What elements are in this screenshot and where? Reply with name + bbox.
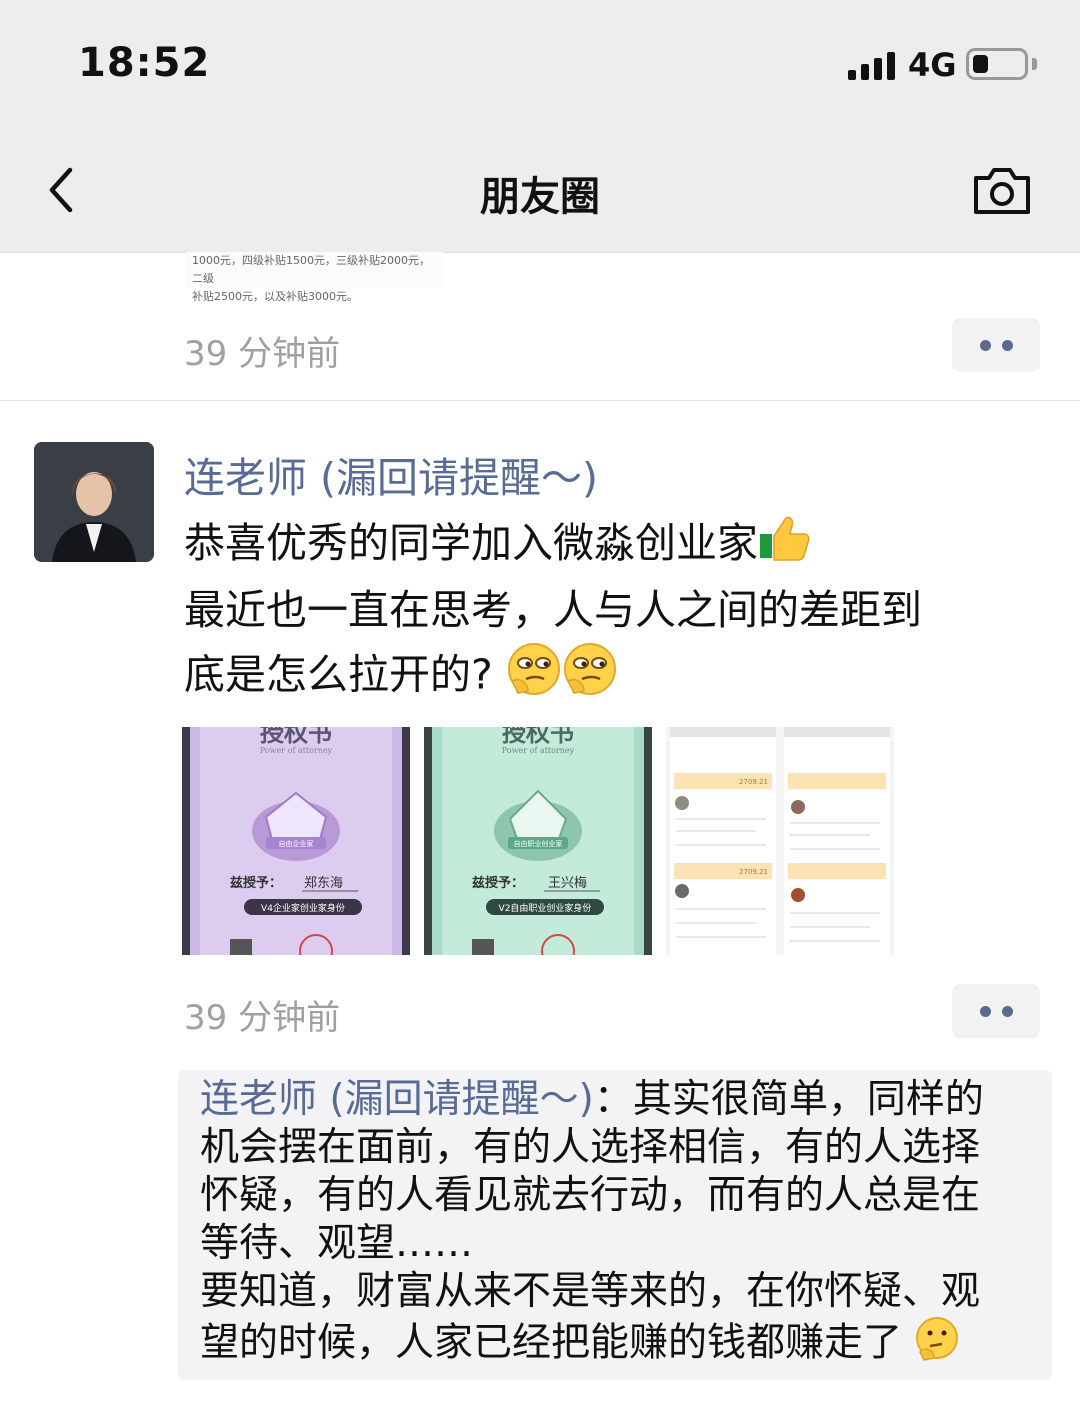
screenshot-amount: 2709.21 bbox=[739, 778, 768, 786]
snippet-line: 补贴2500元，以及补贴3000元。 bbox=[192, 290, 358, 303]
nav-bar: 朋友圈 bbox=[0, 130, 1080, 253]
post-text-line: 底是怎么拉开的? bbox=[184, 650, 493, 698]
cert-badge: 自由企业家 bbox=[279, 839, 314, 848]
cert-grant-label: 兹授予： bbox=[472, 875, 524, 891]
post-text-line: 最近也一直在思考，人与人之间的差距到 bbox=[184, 585, 922, 634]
smirk-emoji-icon bbox=[562, 641, 618, 714]
thinking-emoji-icon bbox=[914, 1316, 960, 1374]
comment-text: 等待、观望…… bbox=[200, 1221, 474, 1266]
comment-text: 望的时候，人家已经把能赚的钱都赚走了 bbox=[200, 1320, 903, 1366]
page-title: 朋友圈 bbox=[480, 174, 600, 220]
post-timestamp: 39 分钟前 bbox=[184, 998, 341, 1038]
cert-role: V4企业家创业家身份 bbox=[261, 902, 345, 914]
cert-role: V2自由职业创业家身份 bbox=[499, 902, 592, 914]
snippet-line: 1000元，四级补贴1500元，三级补贴2000元，二级 bbox=[192, 254, 430, 285]
avatar[interactable] bbox=[34, 442, 154, 562]
thumbs-up-icon bbox=[758, 514, 810, 579]
avatar-portrait-icon bbox=[34, 442, 154, 562]
post-timestamp: 39 分钟前 bbox=[184, 334, 341, 374]
post-image-screenshots[interactable]: 2709.21 2709.21 bbox=[666, 727, 894, 955]
cert-header: 授权书 bbox=[260, 727, 332, 747]
battery-icon bbox=[966, 48, 1028, 80]
screenshot-amount: 2709.21 bbox=[739, 868, 768, 876]
smirk-emoji-icon bbox=[506, 641, 562, 714]
divider bbox=[0, 400, 1080, 401]
post-text: 恭喜优秀的同学加入微淼创业家 最近也一直在思考，人与人之间的差距到 底是怎么拉开… bbox=[184, 512, 1044, 714]
comment-author[interactable]: 连老师 (漏回请提醒～) bbox=[200, 1077, 594, 1122]
previous-post-image-snippet[interactable]: 1000元，四级补贴1500元，三级补贴2000元，二级 补贴2500元，以及补… bbox=[186, 252, 444, 303]
cert-grant-label: 兹授予： bbox=[230, 875, 282, 891]
comment-text: 要知道，财富从来不是等来的，在你怀疑、观 bbox=[200, 1269, 981, 1314]
comment-text: 机会摆在面前，有的人选择相信，有的人选择 bbox=[200, 1125, 981, 1170]
more-actions-button[interactable] bbox=[952, 984, 1040, 1038]
cert-grantee: 王兴梅 bbox=[548, 876, 587, 891]
camera-icon[interactable] bbox=[970, 160, 1034, 220]
comment-text: 怀疑，有的人看见就去行动，而有的人总是在 bbox=[200, 1173, 981, 1218]
post-image-certificate-2[interactable]: 授权书 Power of attorney 自由职业创业家 兹授予： 王兴梅 V… bbox=[424, 727, 652, 955]
comment-box: 连老师 (漏回请提醒～)：其实很简单，同样的 机会摆在面前，有的人选择相信，有的… bbox=[178, 1070, 1052, 1380]
cert-header: 授权书 bbox=[502, 727, 574, 747]
battery-tip bbox=[1032, 58, 1037, 70]
network-type: 4G bbox=[908, 46, 957, 84]
status-time: 18:52 bbox=[78, 40, 211, 86]
cert-subheader: Power of attorney bbox=[502, 746, 575, 755]
cert-subheader: Power of attorney bbox=[260, 746, 333, 755]
signal-icon bbox=[848, 50, 895, 80]
cert-grantee: 郑东海 bbox=[304, 876, 343, 891]
status-bar: 18:52 4G bbox=[0, 0, 1080, 130]
comment-text: ：其实很简单，同样的 bbox=[593, 1077, 984, 1122]
post-image-certificate-1[interactable]: 授权书 Power of attorney 自由企业家 兹授予： 郑东海 V4企… bbox=[182, 727, 410, 955]
post-text-line: 恭喜优秀的同学加入微淼创业家 bbox=[184, 519, 758, 567]
comment[interactable]: 连老师 (漏回请提醒～)：其实很简单，同样的 机会摆在面前，有的人选择相信，有的… bbox=[200, 1076, 1036, 1374]
cert-badge: 自由职业创业家 bbox=[514, 839, 563, 848]
more-actions-button[interactable] bbox=[952, 318, 1040, 372]
post-author-name[interactable]: 连老师 (漏回请提醒～) bbox=[184, 444, 598, 504]
